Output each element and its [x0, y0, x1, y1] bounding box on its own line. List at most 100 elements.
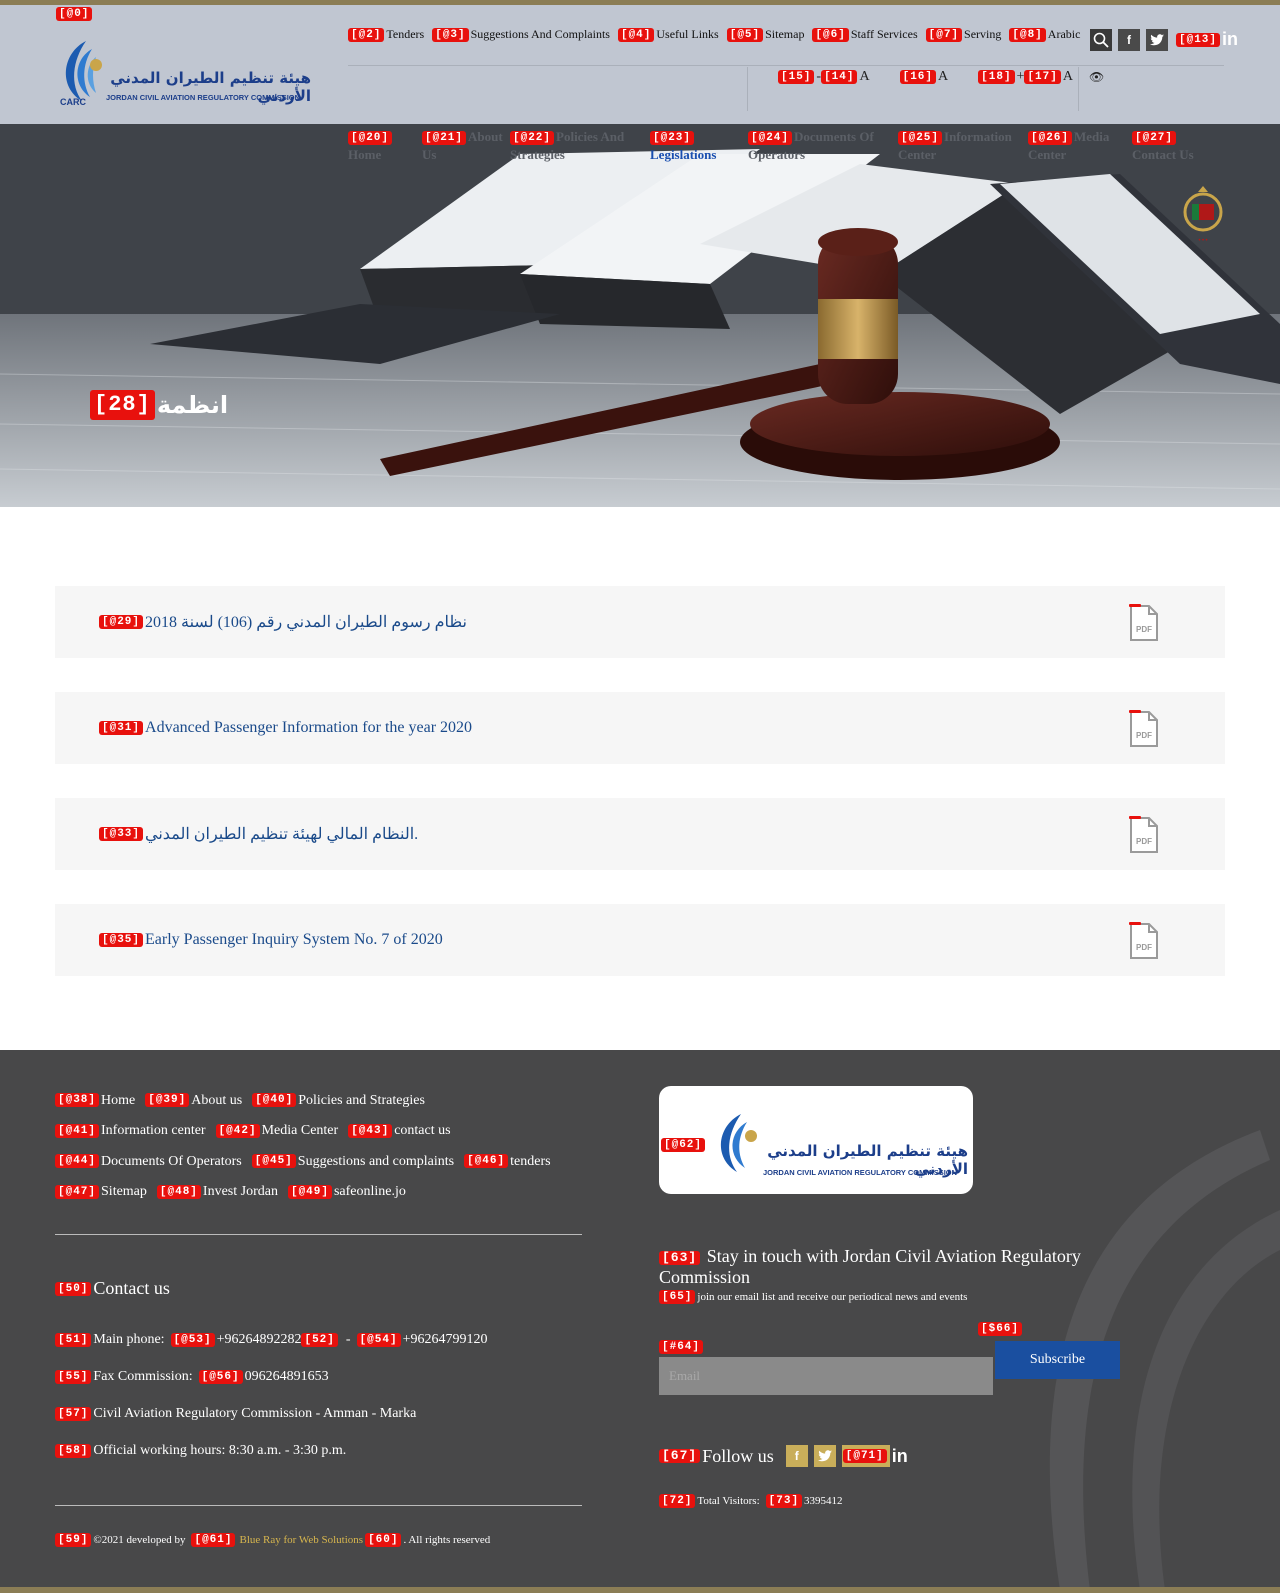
document-title[interactable]: [@35] Early Passenger Inquiry System No. …	[99, 931, 443, 949]
nav-item-label: Contact Us	[1132, 147, 1194, 162]
pdf-icon[interactable]: PDF	[1129, 604, 1159, 642]
linkedin-icon[interactable]: in	[1222, 29, 1238, 50]
developer-link[interactable]: Blue Ray for Web Solutions	[239, 1534, 363, 1546]
document-title[interactable]: [@33] النظام المالي لهيئة تنظيم الطيران ا…	[99, 824, 418, 844]
footer-link-label: Media Center	[261, 1123, 339, 1138]
page-title-tag: [28]	[90, 390, 155, 420]
nav-item-about-us[interactable]: [@21] About Us	[422, 128, 510, 164]
document-row[interactable]: [@33] النظام المالي لهيئة تنظيم الطيران ا…	[55, 798, 1225, 870]
contrast-eye-icon[interactable]: 👁	[1089, 70, 1104, 85]
footer-link-safeonline-jo[interactable]: [@49] safeonline.jo	[287, 1177, 406, 1206]
footer-link-sitemap[interactable]: [@47] Sitemap	[55, 1177, 147, 1206]
fax-number-link[interactable]: 096264891653	[245, 1369, 329, 1385]
facebook-icon[interactable]: f	[1118, 29, 1140, 51]
svg-text:PDF: PDF	[1136, 731, 1152, 740]
nav-item-legislations[interactable]: [@23]Legislations	[650, 128, 748, 164]
document-title[interactable]: [@31] Advanced Passenger Information for …	[99, 719, 472, 737]
main-nav: [@20]Home [@21] About Us [@22] Policies And …	[348, 128, 1212, 164]
nav-item-tag: [@20]	[348, 131, 393, 146]
fax-tag: [55]	[55, 1370, 92, 1384]
document-row[interactable]: [@29] نظام رسوم الطيران المدني رقم (106) …	[55, 586, 1225, 658]
phone2-link[interactable]: +96264799120	[403, 1332, 488, 1348]
font-increase-button[interactable]: [18] + [17] A	[978, 69, 1073, 85]
nav-item-information-center[interactable]: [@25] Information Center	[898, 128, 1028, 164]
newsletter-heading-text: Stay in touch with Jordan Civil Aviation…	[659, 1246, 1081, 1287]
footer-link-contact-us[interactable]: [@43] contact us	[348, 1116, 451, 1145]
nav-item-tag: [@21]	[422, 131, 467, 146]
newsletter-heading: [63] Stay in touch with Jordan Civil Avi…	[659, 1246, 1119, 1288]
top-link-tag: [@6]	[812, 27, 849, 42]
footer-linkedin-icon[interactable]: in	[892, 1446, 908, 1467]
footer-link-label: contact us	[394, 1123, 451, 1138]
contact-heading-tag: [50]	[55, 1281, 92, 1296]
font-size-controls: [15] - [14] A [16] A [18] + [17] A 👁	[778, 69, 1104, 85]
font-small-label: A	[859, 69, 870, 84]
phone1-link[interactable]: +96264892282	[217, 1332, 302, 1348]
footer-link-label: Suggestions and complaints	[297, 1153, 455, 1169]
document-title[interactable]: [@29] نظام رسوم الطيران المدني رقم (106) …	[99, 612, 467, 632]
top-link-staff-services[interactable]: [@6] Staff Services	[812, 27, 918, 42]
footer-link-media-center[interactable]: [@42] Media Center	[215, 1116, 339, 1145]
top-link-tenders[interactable]: [@2] Tenders	[348, 27, 424, 42]
footer-link-suggestions-and-complaints[interactable]: [@45] Suggestions and complaints	[251, 1147, 455, 1176]
follow-us: [67] Follow us f [@71] in	[659, 1445, 908, 1467]
social-top-tag-wrap[interactable]: [@13]	[1174, 29, 1224, 51]
pdf-icon[interactable]: PDF	[1129, 710, 1159, 748]
pdf-icon[interactable]: PDF	[1129, 922, 1159, 960]
subscribe-button[interactable]: Subscribe	[995, 1341, 1120, 1379]
font-decrease-button[interactable]: [15] - [14] A	[778, 69, 870, 85]
document-row[interactable]: [@35] Early Passenger Inquiry System No. …	[55, 904, 1225, 976]
twitter-icon[interactable]	[1146, 29, 1168, 51]
nav-item-label: Home	[348, 147, 382, 162]
footer-link-label: tenders	[510, 1153, 551, 1169]
footer-link-documents-of-operators[interactable]: [@44] Documents Of Operators	[55, 1147, 242, 1176]
footer-link-tag: [@39]	[145, 1093, 190, 1107]
document-tag: [@33]	[99, 827, 144, 841]
search-icon[interactable]	[1090, 29, 1112, 51]
document-tag: [@35]	[99, 933, 144, 947]
document-row[interactable]: [@31] Advanced Passenger Information for …	[55, 692, 1225, 764]
footer-link-tag: [@44]	[55, 1154, 100, 1168]
nav-item-media-center[interactable]: [@26] Media Center	[1028, 128, 1132, 164]
nav-item-contact-us[interactable]: [@27]Contact Us	[1132, 128, 1212, 164]
nav-item-policies-and-strategies[interactable]: [@22] Policies And Strategies	[510, 128, 650, 164]
address-tag: [57]	[55, 1407, 92, 1421]
svg-text:PDF: PDF	[1136, 625, 1152, 634]
top-link-arabic[interactable]: [@8] Arabic	[1009, 27, 1080, 42]
follow-us-tag: [67]	[659, 1449, 701, 1463]
footer-logo-tag: [@62]	[661, 1138, 706, 1152]
site-footer: [@38] Home [@39] About us [@40] Policies and …	[0, 1050, 1280, 1593]
font-normal-button[interactable]: [16] A	[899, 69, 948, 85]
footer-link-invest-jordan[interactable]: [@48] Invest Jordan	[156, 1177, 278, 1206]
main-phone-label: Main phone:	[93, 1332, 165, 1347]
footer-link-tenders[interactable]: [@46] tenders	[464, 1147, 551, 1176]
footer-link-tag: [@49]	[287, 1184, 332, 1199]
footer-link-label: Sitemap	[101, 1184, 147, 1199]
svg-text:PDF: PDF	[1136, 943, 1152, 952]
footer-link-about-us[interactable]: [@39] About us	[145, 1086, 242, 1115]
top-link-useful-links[interactable]: [@4] Useful Links	[617, 27, 719, 42]
carc-logo[interactable]: CARC هيئة تنظيم الطيران المدني الأردني J…	[56, 35, 316, 111]
footer-link-label: Invest Jordan	[202, 1184, 278, 1199]
footer-bottom-bar	[0, 1587, 1280, 1593]
top-link-suggestions-and-complaints[interactable]: [@3] Suggestions And Complaints	[432, 27, 610, 42]
email-input[interactable]	[659, 1357, 993, 1395]
top-link-tag: [@5]	[726, 27, 764, 42]
footer-logo[interactable]: [@62] هيئة تنظيم الطيران المدني الأردني …	[659, 1086, 973, 1194]
page-title: [28] انظمة	[90, 390, 228, 420]
top-link-serving[interactable]: [@7] Serving	[925, 27, 1001, 42]
footer-facebook-icon[interactable]: f	[785, 1445, 808, 1467]
footer-twitter-icon[interactable]	[813, 1445, 836, 1467]
document-label: Advanced Passenger Information for the y…	[145, 719, 473, 736]
footer-link-home[interactable]: [@38] Home	[55, 1086, 135, 1115]
top-link-sitemap[interactable]: [@5] Sitemap	[726, 27, 804, 42]
pdf-icon[interactable]: PDF	[1129, 816, 1159, 854]
nav-item-documents-of-operators[interactable]: [@24] Documents Of Operators	[748, 128, 898, 164]
social-top-tag: [@13]	[1176, 33, 1221, 47]
footer-link-policies-and-strategies[interactable]: [@40] Policies and Strategies	[252, 1086, 425, 1115]
footer-link-tag: [@46]	[464, 1154, 509, 1168]
nav-item-home[interactable]: [@20]Home	[348, 128, 422, 164]
footer-social-tag-wrap[interactable]: [@71]	[841, 1445, 890, 1467]
footer-link-information-center[interactable]: [@41] Information center	[55, 1116, 206, 1145]
hours-tag: [58]	[55, 1444, 92, 1458]
